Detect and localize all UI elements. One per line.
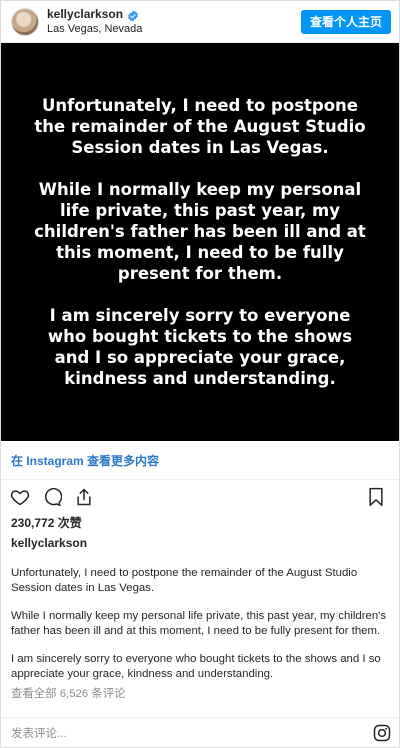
add-comment-link[interactable]: 发表评论... <box>11 725 373 741</box>
action-bar <box>1 482 399 512</box>
comment-bar: 发表评论... <box>1 717 399 747</box>
caption-paragraph-1: Unfortunately, I need to postpone the re… <box>11 567 358 594</box>
caption-paragraph-3: I am sincerely sorry to everyone who bou… <box>11 653 381 680</box>
post-owner-username[interactable]: kellyclarkson <box>1 530 399 556</box>
verified-badge-icon <box>127 9 139 22</box>
username-row: kellyclarkson <box>47 8 301 22</box>
post-image[interactable]: Unfortunately, I need to postpone the re… <box>1 43 399 441</box>
share-icon[interactable] <box>73 486 95 508</box>
view-more-link[interactable]: 在 Instagram 查看更多内容 <box>1 441 399 480</box>
location-link[interactable]: Las Vegas, Nevada <box>47 23 301 35</box>
instagram-embed: kellyclarkson Las Vegas, Nevada 查看个人主页 U… <box>0 0 400 748</box>
instagram-icon[interactable] <box>373 724 391 742</box>
view-profile-button[interactable]: 查看个人主页 <box>300 9 391 34</box>
bookmark-icon[interactable] <box>365 486 387 508</box>
like-count[interactable]: 230,772 次赞 <box>1 512 399 530</box>
caption: Unfortunately, I need to postpone the re… <box>1 556 399 681</box>
heart-icon[interactable] <box>9 486 31 508</box>
image-text-paragraph-2: While I normally keep my personal life p… <box>34 180 366 283</box>
caption-paragraph-2: While I normally keep my personal life p… <box>11 610 387 637</box>
image-text-paragraph-1: Unfortunately, I need to postpone the re… <box>34 96 366 157</box>
username-link[interactable]: kellyclarkson <box>47 8 123 21</box>
image-text-paragraph-3: I am sincerely sorry to everyone who bou… <box>47 306 353 388</box>
view-all-comments-link[interactable]: 查看全部 6,526 条评论 <box>1 681 399 701</box>
user-info: kellyclarkson Las Vegas, Nevada <box>47 8 301 35</box>
comment-icon[interactable] <box>41 486 63 508</box>
post-header: kellyclarkson Las Vegas, Nevada 查看个人主页 <box>1 1 399 43</box>
avatar[interactable] <box>11 7 39 36</box>
